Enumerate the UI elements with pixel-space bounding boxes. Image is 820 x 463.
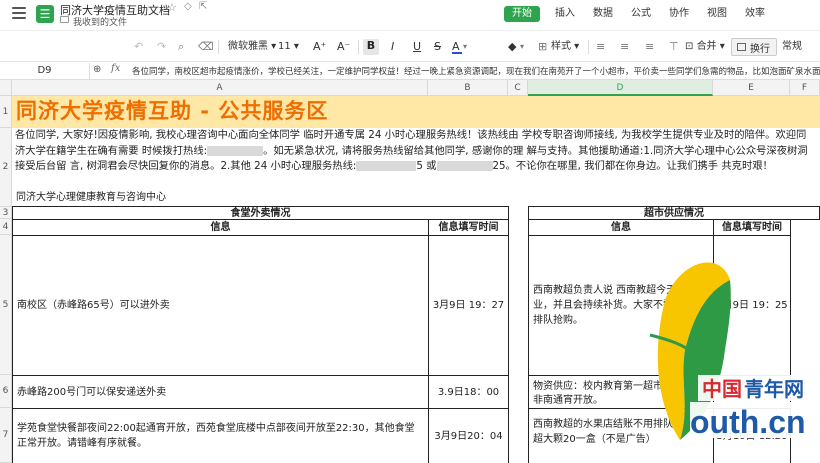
select-all-corner[interactable] — [0, 80, 12, 96]
font-color-button[interactable]: A — [452, 40, 462, 54]
document-location[interactable]: 我收到的文件 — [73, 15, 127, 28]
tab-view[interactable]: 视图 — [707, 6, 727, 22]
zoom-icon[interactable]: ⊕ — [93, 64, 101, 75]
clear-format-icon[interactable]: ⌫ — [198, 40, 214, 54]
tag-icon[interactable]: ◇ — [184, 1, 192, 12]
tab-formula[interactable]: 公式 — [631, 6, 651, 22]
bold-button[interactable]: B — [363, 39, 379, 55]
font-shrink-button[interactable]: A⁻ — [337, 40, 350, 54]
wrap-icon — [737, 43, 746, 51]
italic-button[interactable]: I — [391, 40, 394, 54]
font-family-select[interactable]: 微软雅黑 ▾ — [228, 40, 276, 54]
canteen-row-3-info[interactable]: 学苑食堂快餐部夜间22:00起通宵开放，西苑食堂底楼中点部夜间开放至22:30，… — [12, 408, 429, 463]
font-grow-button[interactable]: A⁺ — [313, 40, 326, 54]
row-header-3[interactable]: 3 — [0, 207, 12, 219]
row-header-1[interactable]: 1 — [0, 96, 12, 128]
strikethrough-button[interactable]: S — [434, 40, 441, 54]
sheet-logo-icon: ☰ — [36, 5, 54, 23]
canteen-col-info[interactable]: 信息 — [12, 219, 429, 236]
tab-insert[interactable]: 插入 — [555, 6, 575, 22]
column-header-f[interactable]: F — [790, 80, 820, 96]
formula-bar: D9 ⊕ fx 各位同学，南校区超市起疫情涨价，学校已经关注，一定维护同学权益！… — [0, 62, 820, 80]
column-header-c[interactable]: C — [508, 80, 528, 96]
watermark-youth-cn: outh.cn — [690, 404, 806, 440]
row-header-7[interactable]: 7 — [0, 408, 12, 463]
watermark-cn: 中国 — [702, 377, 742, 401]
market-section-title[interactable]: 超市供应情况 — [528, 206, 820, 220]
borders-icon[interactable]: ⊞ — [538, 40, 547, 54]
fill-color-icon[interactable]: ◆ — [508, 40, 516, 54]
market-col-info[interactable]: 信息 — [528, 219, 714, 236]
row-header-2[interactable]: 2 — [0, 128, 12, 207]
row-header-5[interactable]: 5 — [0, 235, 12, 375]
canteen-section-title[interactable]: 食堂外卖情况 — [12, 206, 509, 220]
fx-icon: fx — [111, 63, 121, 74]
toolbar: ↶ ↷ ⌕ ⌫ 微软雅黑 ▾ 11 ▾ A⁺ A⁻ B I U S A ▾ ◆ … — [0, 30, 820, 62]
banner-title[interactable]: 同济大学疫情互助 - 公共服务区 — [12, 96, 820, 128]
font-color-dropdown-icon[interactable]: ▾ — [463, 40, 467, 54]
column-header-a[interactable]: A — [12, 80, 428, 96]
redo-icon[interactable]: ↷ — [157, 40, 166, 54]
share-icon[interactable]: ⇱ — [199, 1, 207, 12]
styles-button[interactable]: 样式 ▾ — [551, 40, 579, 54]
canteen-row-1-info[interactable]: 南校区（赤峰路65号）可以进外卖 — [12, 235, 429, 376]
align-center-icon[interactable]: ≡ — [620, 40, 629, 54]
canteen-row-2-time[interactable]: 3.9日18：00 — [428, 375, 509, 409]
canteen-row-3-time[interactable]: 3月9日20：04 — [428, 408, 509, 463]
row-header-4[interactable]: 4 — [0, 219, 12, 235]
title-bar: ☰ 同济大学疫情互助文档 ☆ ◇ ⇱ 我收到的文件 开始 插入 数据 公式 协作… — [0, 0, 820, 30]
align-left-icon[interactable]: ≡ — [596, 40, 605, 54]
merge-button[interactable]: ⊡ 合并 ▾ — [685, 40, 725, 54]
wrap-text-button[interactable]: 换行 — [731, 38, 777, 56]
column-header-e[interactable]: E — [713, 80, 790, 96]
column-header-b[interactable]: B — [428, 80, 508, 96]
tab-data[interactable]: 数据 — [593, 6, 613, 22]
number-format-select[interactable]: 常规 — [782, 40, 802, 54]
canteen-col-time[interactable]: 信息填写时间 — [428, 219, 509, 236]
align-right-icon[interactable]: ≡ — [645, 40, 654, 54]
youth-cn-watermark: 中国 青年网 outh.cn — [649, 262, 820, 440]
redacted-phone-1 — [207, 145, 264, 156]
folder-icon — [60, 16, 69, 23]
redacted-phone-2 — [356, 161, 417, 171]
hamburger-menu-icon[interactable] — [12, 7, 26, 19]
tab-efficiency[interactable]: 效率 — [745, 6, 765, 22]
star-icon[interactable]: ☆ — [167, 1, 177, 14]
menu-tabs: 开始 插入 数据 公式 协作 视图 效率 — [504, 6, 783, 22]
column-header-d[interactable]: D — [528, 80, 713, 96]
market-col-time[interactable]: 信息填写时间 — [713, 219, 791, 236]
fill-color-dropdown-icon[interactable]: ▾ — [520, 40, 524, 54]
canteen-row-1-time[interactable]: 3月9日 19：27 — [428, 235, 509, 376]
underline-button[interactable]: U — [413, 40, 421, 54]
font-size-select[interactable]: 11 ▾ — [278, 40, 299, 54]
row-header-6[interactable]: 6 — [0, 375, 12, 408]
canteen-row-2-info[interactable]: 赤峰路200号门可以保安递送外卖 — [12, 375, 429, 409]
redacted-phone-3 — [436, 161, 493, 171]
notice-signature[interactable]: 同济大学心理健康教育与咨询中心 — [12, 190, 432, 206]
format-painter-icon[interactable]: ⌕ — [178, 40, 184, 54]
undo-icon[interactable]: ↶ — [134, 40, 143, 54]
tab-start[interactable]: 开始 — [504, 6, 540, 22]
watermark-youth-net: 青年网 — [744, 377, 804, 401]
name-box[interactable]: D9 — [0, 63, 90, 79]
formula-input[interactable]: 各位同学，南校区超市起疫情涨价，学校已经关注，一定维护同学权益！经过一晚上紧急资… — [132, 65, 820, 77]
align-top-icon[interactable]: ⊤ — [669, 40, 679, 54]
tab-collaborate[interactable]: 协作 — [669, 6, 689, 22]
